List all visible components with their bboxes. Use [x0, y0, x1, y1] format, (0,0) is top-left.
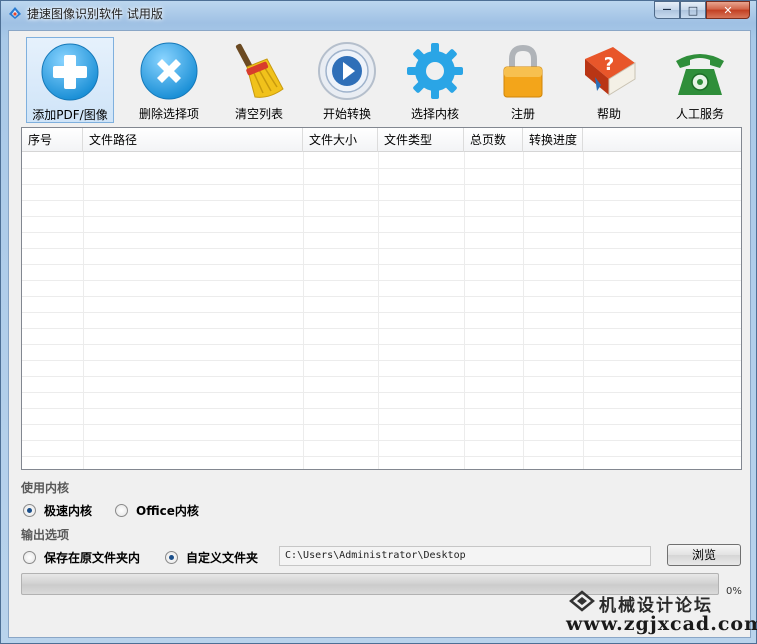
column-header-pages[interactable]: 总页数	[464, 128, 523, 152]
grid-row-line	[22, 440, 741, 441]
engine-office-label: Office内核	[136, 504, 199, 518]
grid-column-line	[378, 152, 379, 469]
grid-row-line	[22, 280, 741, 281]
play-icon	[318, 42, 376, 100]
grid-column-line	[464, 152, 465, 469]
progress-percent: 0%	[726, 586, 742, 597]
forum-logo-icon	[569, 590, 595, 612]
output-original-folder-label: 保存在原文件夹内	[44, 551, 141, 565]
clear-list-button[interactable]: 清空列表	[221, 37, 297, 123]
toolbar-label: 开始转换	[322, 107, 371, 121]
minimize-icon: —	[662, 5, 672, 15]
toolbar-label: 帮助	[596, 107, 621, 121]
toolbar-label: 人工服务	[675, 107, 724, 121]
output-custom-folder-option[interactable]: 自定义文件夹	[165, 549, 258, 566]
output-custom-folder-label: 自定义文件夹	[186, 551, 259, 565]
grid-row-line	[22, 184, 741, 185]
grid-row-line	[22, 376, 741, 377]
add-plus-icon	[41, 43, 99, 101]
register-button[interactable]: 注册	[485, 37, 561, 123]
close-button[interactable]: ✕	[706, 1, 750, 19]
column-header-index[interactable]: 序号	[22, 128, 83, 152]
toolbar-label: 选择内核	[410, 107, 459, 121]
lock-icon	[503, 44, 543, 98]
window-title: 捷速图像识别软件 试用版	[27, 7, 163, 21]
toolbar-label: 注册	[510, 107, 535, 121]
maximize-icon: □	[687, 3, 699, 17]
grid-column-line	[303, 152, 304, 469]
grid-row-line	[22, 264, 741, 265]
application-window: 捷速图像识别软件 试用版 — □ ✕ 添加PDF/图像 删除选择项 清空列表 开…	[0, 0, 757, 644]
engine-fast-radio[interactable]	[23, 504, 36, 517]
output-custom-folder-radio[interactable]	[165, 551, 178, 564]
browse-button[interactable]: 浏览	[667, 544, 741, 566]
column-header-size[interactable]: 文件大小	[303, 128, 378, 152]
file-list-header: 序号 文件路径 文件大小 文件类型 总页数 转换进度	[22, 128, 741, 152]
grid-row-line	[22, 232, 741, 233]
column-header-type[interactable]: 文件类型	[378, 128, 464, 152]
grid-column-line	[523, 152, 524, 469]
engine-fast-label: 极速内核	[44, 504, 93, 518]
grid-column-line	[583, 152, 584, 469]
watermark-url: www.zgjxcad.com	[566, 613, 757, 635]
output-path-field[interactable]: C:\Users\Administrator\Desktop	[279, 546, 651, 566]
app-icon	[9, 7, 21, 19]
grid-row-line	[22, 344, 741, 345]
minimize-button[interactable]: —	[654, 1, 680, 19]
gear-icon	[407, 43, 463, 99]
title-bar[interactable]: 捷速图像识别软件 试用版 — □ ✕	[1, 1, 756, 25]
grid-row-line	[22, 312, 741, 313]
engine-office-radio[interactable]	[115, 504, 128, 517]
telephone-icon	[676, 54, 724, 95]
grid-row-line	[22, 216, 741, 217]
grid-row-line	[22, 392, 741, 393]
grid-row-line	[22, 424, 741, 425]
maximize-button[interactable]: □	[680, 1, 706, 19]
grid-row-line	[22, 248, 741, 249]
column-header-filler	[583, 128, 741, 152]
delete-selected-button[interactable]: 删除选择项	[129, 37, 209, 123]
grid-row-line	[22, 360, 741, 361]
add-pdf-image-button[interactable]: 添加PDF/图像	[26, 37, 114, 123]
caption-buttons: — □ ✕	[654, 1, 750, 19]
output-original-folder-radio[interactable]	[23, 551, 36, 564]
grid-row-line	[22, 456, 741, 457]
grid-row-line	[22, 328, 741, 329]
select-engine-button[interactable]: 选择内核	[397, 37, 473, 123]
grid-row-line	[22, 200, 741, 201]
engine-section-label: 使用内核	[21, 481, 70, 495]
grid-row-line	[22, 168, 741, 169]
close-icon: ✕	[723, 3, 733, 17]
help-button[interactable]: ? 帮助	[571, 37, 647, 123]
manual-service-button[interactable]: 人工服务	[661, 37, 739, 123]
toolbar-label: 删除选择项	[138, 107, 199, 121]
output-section-label: 输出选项	[21, 528, 70, 542]
delete-x-icon	[140, 42, 198, 100]
engine-fast-option[interactable]: 极速内核	[23, 502, 92, 519]
grid-row-line	[22, 296, 741, 297]
grid-column-line	[83, 152, 84, 469]
column-header-progress[interactable]: 转换进度	[523, 128, 583, 152]
grid-row-line	[22, 408, 741, 409]
toolbar: 添加PDF/图像 删除选择项 清空列表 开始转换 选择内核 注册 ? 帮助 人工…	[9, 31, 750, 125]
file-list[interactable]: 序号 文件路径 文件大小 文件类型 总页数 转换进度	[21, 127, 742, 470]
help-book-icon: ?	[585, 47, 636, 96]
column-header-path[interactable]: 文件路径	[83, 128, 303, 152]
engine-office-option[interactable]: Office内核	[115, 502, 199, 519]
svg-text:?: ?	[604, 54, 614, 75]
toolbar-label: 添加PDF/图像	[32, 108, 108, 122]
start-convert-button[interactable]: 开始转换	[309, 37, 385, 123]
client-area: 添加PDF/图像 删除选择项 清空列表 开始转换 选择内核 注册 ? 帮助 人工…	[8, 30, 751, 638]
broom-icon	[235, 43, 284, 98]
output-original-folder-option[interactable]: 保存在原文件夹内	[23, 549, 140, 566]
file-list-body	[22, 152, 741, 469]
toolbar-label: 清空列表	[234, 107, 283, 121]
